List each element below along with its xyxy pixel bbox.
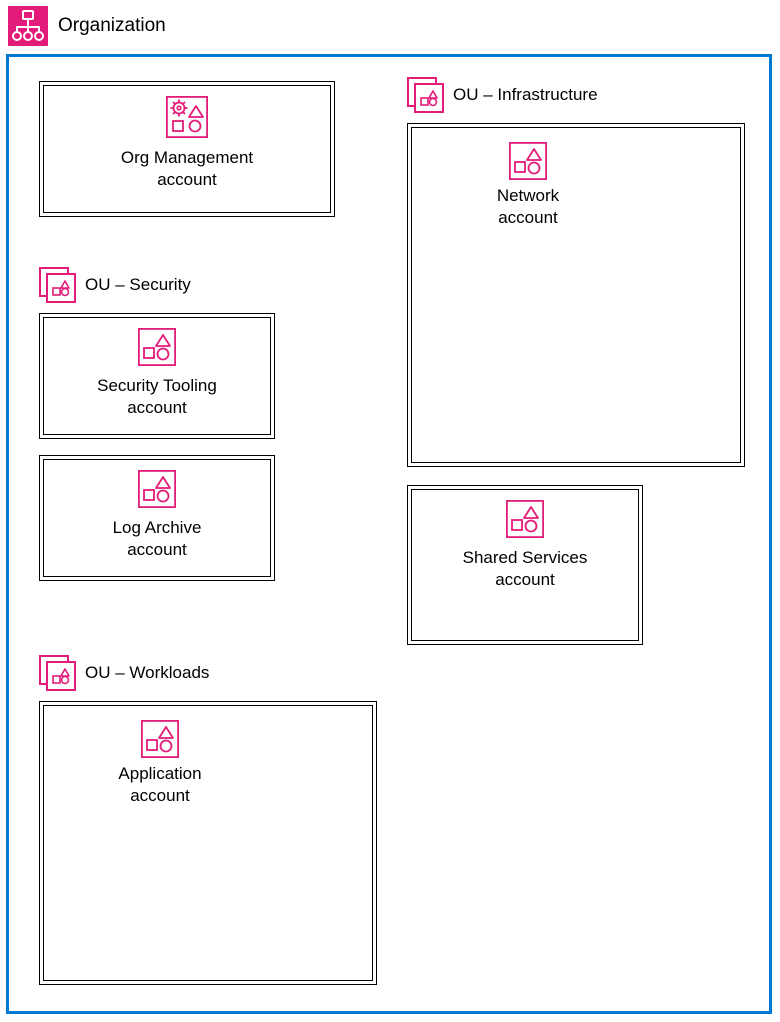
network-label-1: Network [458, 185, 598, 207]
log-archive-account-box: Log Archive account [39, 455, 275, 581]
shared-services-label-2: account [418, 569, 632, 591]
account-icon [50, 328, 264, 371]
ou-icon [407, 77, 445, 113]
org-management-account-label-1: Org Management [50, 147, 324, 169]
log-archive-label-2: account [50, 539, 264, 561]
shared-services-label-1: Shared Services [418, 547, 632, 569]
ou-security-label: OU – Security [85, 275, 191, 295]
security-tooling-label-1: Security Tooling [50, 375, 264, 397]
network-account-block: Network account [458, 142, 598, 229]
account-icon [458, 142, 598, 185]
org-management-account-label-2: account [50, 169, 324, 191]
ou-workloads-label: OU – Workloads [85, 663, 209, 683]
application-account-block: Application account [90, 720, 230, 807]
ou-icon [39, 655, 77, 691]
account-icon [50, 470, 264, 513]
application-label-1: Application [90, 763, 230, 785]
ou-security-header: OU – Security [39, 267, 191, 303]
security-tooling-label-2: account [50, 397, 264, 419]
ou-infrastructure-label: OU – Infrastructure [453, 85, 598, 105]
ou-workloads-header: OU – Workloads [39, 655, 209, 691]
organization-icon [8, 6, 48, 46]
log-archive-label-1: Log Archive [50, 517, 264, 539]
network-label-2: account [458, 207, 598, 229]
organization-container: Org Management account OU – Security Sec… [6, 54, 772, 1014]
shared-services-account-box: Shared Services account [407, 485, 643, 645]
ou-infrastructure-header: OU – Infrastructure [407, 77, 598, 113]
application-label-2: account [90, 785, 230, 807]
ou-workloads-box: Application account [39, 701, 377, 985]
account-icon [418, 500, 632, 543]
security-tooling-account-box: Security Tooling account [39, 313, 275, 439]
ou-icon [39, 267, 77, 303]
organization-header: Organization [8, 6, 774, 46]
org-management-account-box: Org Management account [39, 81, 335, 217]
ou-infrastructure-box: Network account [407, 123, 745, 467]
organization-title: Organization [58, 15, 166, 37]
management-account-icon [50, 96, 324, 143]
account-icon [90, 720, 230, 763]
